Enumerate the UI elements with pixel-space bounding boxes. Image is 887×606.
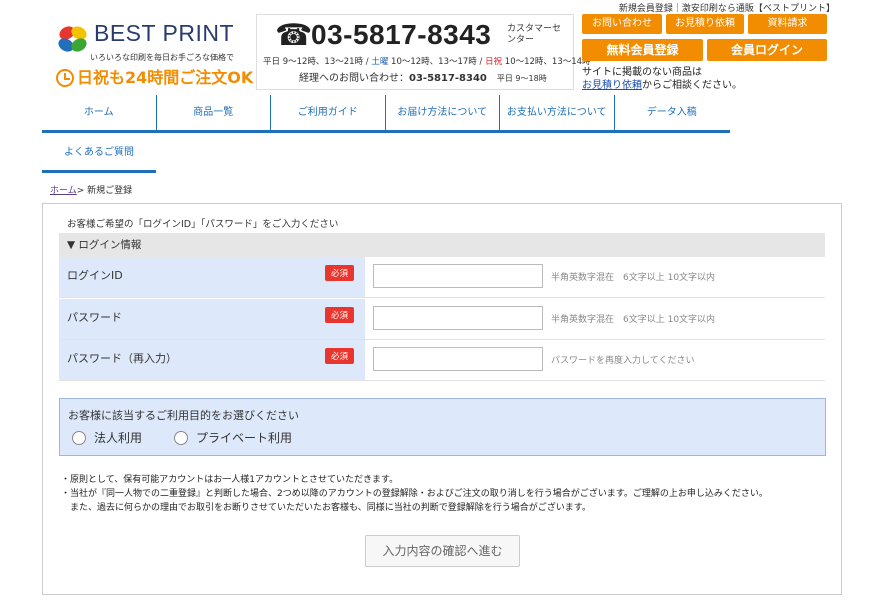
breadcrumb: ホーム> 新規ご登録: [50, 186, 133, 196]
radio-button[interactable]: [72, 431, 86, 445]
nav-item-guide[interactable]: ご利用ガイド: [271, 95, 386, 130]
breadcrumb-home-link[interactable]: ホーム: [50, 186, 77, 196]
accounting-contact: 経理へのお問い合わせ：03-5817-8340 平日 9〜18時: [299, 73, 547, 84]
required-badge: 必須: [325, 348, 355, 364]
login-info-section-header[interactable]: ▼ ログイン情報: [59, 233, 825, 257]
nav-item-home[interactable]: ホーム: [42, 95, 157, 130]
free-register-button[interactable]: 無料会員登録: [582, 39, 703, 61]
logo-subtitle: いろいろな印刷を毎日お手ごろな価格で: [90, 53, 234, 62]
password-input[interactable]: [373, 306, 543, 330]
member-login-button[interactable]: 会員ログイン: [707, 39, 827, 61]
open-hours-banner: 日祝も24時間ご注文OK: [56, 64, 253, 88]
form-row-password-confirm: パスワード（再入力） 必須 パスワードを再度入力してください: [59, 340, 825, 381]
estimate-button[interactable]: お見積り依頼: [666, 14, 744, 34]
terms-notes: ・原則として、保有可能アカウントはお一人様1アカウントとさせていただきます。 ・…: [61, 475, 768, 513]
request-docs-button[interactable]: 資料請求: [748, 14, 827, 34]
contact-button[interactable]: お問い合わせ: [582, 14, 662, 34]
registration-form: お客様ご希望の「ログインID」「パスワード」をご入力ください ▼ ログイン情報 …: [42, 203, 842, 595]
form-row-login-id: ログインID 必須 半角英数字混在 6文字以上 10文字以内: [59, 257, 825, 298]
required-badge: 必須: [325, 265, 355, 281]
usage-purpose-title: お客様に該当するご利用目的をお選びください: [68, 409, 299, 422]
nav-item-delivery[interactable]: お届け方法について: [386, 95, 500, 130]
site-logo[interactable]: BEST PRINT いろいろな印刷を毎日お手ごろな価格で 日祝も24時間ご注文…: [56, 18, 253, 88]
usage-purpose-box: お客様に該当するご利用目的をお選びください 法人利用 プライベート利用: [59, 398, 826, 456]
field-label: ログインID 必須: [59, 257, 365, 297]
radio-private[interactable]: プライベート利用: [174, 429, 292, 446]
phone-number[interactable]: 03-5817-8343: [311, 19, 491, 51]
field-hint: パスワードを再度入力してください: [551, 356, 695, 366]
form-row-password: パスワード 必須 半角英数字混在 6文字以上 10文字以内: [59, 299, 825, 340]
required-badge: 必須: [325, 307, 355, 323]
field-hint: 半角英数字混在 6文字以上 10文字以内: [551, 315, 716, 325]
nav-item-faq[interactable]: よくあるご質問: [42, 135, 156, 173]
phone-icon: ☎: [275, 18, 313, 53]
customer-center-label: カスタマーセンター: [507, 24, 562, 45]
radio-corporate[interactable]: 法人利用: [72, 429, 142, 446]
breadcrumb-current: 新規ご登録: [87, 186, 133, 196]
site-tagline: 新規会員登録｜激安印刷なら通販【ベストプリント】: [618, 4, 835, 14]
nav-item-data-upload[interactable]: データ入稿: [615, 95, 730, 130]
phone-contact-box: ☎ 03-5817-8343 カスタマーセンター 平日 9〜12時、13〜21時…: [256, 14, 591, 90]
nav-item-products[interactable]: 商品一覧: [157, 95, 271, 130]
nav-item-payment[interactable]: お支払い方法について: [500, 95, 615, 130]
estimate-note: サイトに掲載のない商品は お見積り依頼からご相談ください。: [582, 67, 742, 91]
login-id-input[interactable]: [373, 264, 543, 288]
form-intro: お客様ご希望の「ログインID」「パスワード」をご入力ください: [67, 219, 339, 230]
field-label: パスワード（再入力） 必須: [59, 340, 365, 380]
main-nav: ホーム 商品一覧 ご利用ガイド お届け方法について お支払い方法について データ…: [42, 95, 730, 133]
radio-button[interactable]: [174, 431, 188, 445]
estimate-link[interactable]: お見積り依頼: [582, 80, 642, 91]
logo-text: BEST PRINT: [94, 20, 235, 46]
phone-hours: 平日 9〜12時、13〜21時 / 土曜 10〜12時、13〜17時 / 日祝 …: [263, 57, 591, 67]
password-confirm-input[interactable]: [373, 347, 543, 371]
confirm-button[interactable]: 入力内容の確認へ進む: [365, 535, 520, 567]
logo-mark-icon: [58, 26, 87, 52]
field-hint: 半角英数字混在 6文字以上 10文字以内: [551, 273, 716, 283]
clock-icon: [56, 69, 74, 87]
field-label: パスワード 必須: [59, 299, 365, 339]
